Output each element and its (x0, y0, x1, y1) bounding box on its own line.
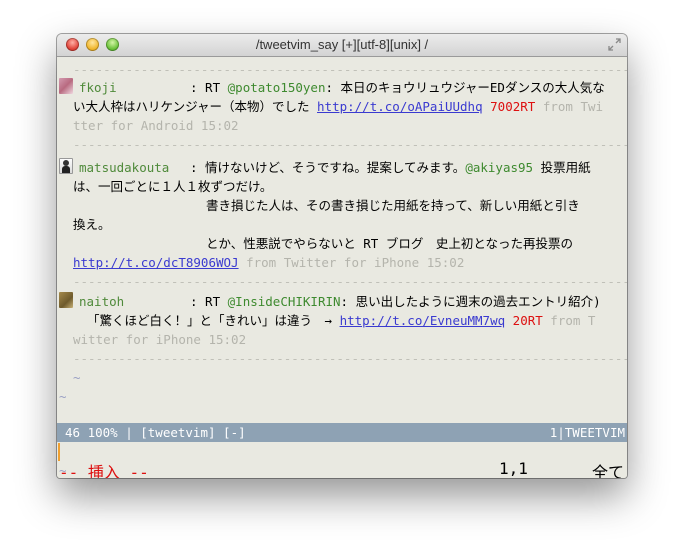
tweet-text: : RT (190, 294, 228, 309)
separator: ----------------------------------------… (73, 62, 627, 77)
rt-count: 7002RT (490, 99, 536, 114)
tweet-text: 書き損じた人は、その書き損じた用紙を持って、新しい用紙と引き (206, 198, 580, 213)
tweet-url[interactable]: http://t.co/EvneuMM7wq (340, 313, 506, 328)
avatar[interactable] (59, 292, 73, 308)
mention-link[interactable]: @InsideCHIKIRIN (228, 294, 341, 309)
tweet-meta: witter for iPhone 15:02 (73, 332, 247, 347)
title-bar[interactable]: /tweetvim_say [+][utf-8][unix] / (57, 34, 627, 57)
mention-link[interactable]: @potato150yen (228, 80, 326, 95)
window-title: /tweetvim_say [+][utf-8][unix] / (255, 37, 429, 52)
tweet-text: は、一回ごとに１人１枚ずつだけ。 (73, 179, 273, 194)
tweet-line: : RT @potato150yen: 本日のキョウリュウジャーEDダンスの大人… (190, 78, 605, 97)
tweet-meta: from Twi (535, 99, 604, 114)
tweet-line: : RT @InsideCHIKIRIN: 思い出したように週末の過去エントリ紹… (190, 292, 601, 311)
tweet-meta: from T (542, 313, 596, 328)
mention-link[interactable]: @akiyas95 (465, 160, 533, 175)
tweet-text: い大人枠はハリケンジャー（本物）でした (73, 99, 318, 114)
terminal-window: /tweetvim_say [+][utf-8][unix] / -------… (57, 34, 627, 478)
empty-line-marker: ~ (59, 389, 67, 404)
tweet-line: 「驚くほど白く！」と「きれい」は違う → http://t.co/EvneuMM… (87, 311, 595, 330)
tweet-text: : 思い出したように週末の過去エントリ紹介) (340, 294, 601, 309)
tweet-line: matsudakouta (79, 158, 169, 177)
cursor-position: 1,1 (499, 459, 528, 478)
separator: ----------------------------------------… (73, 137, 627, 152)
tweet-meta: tter for Android 15:02 (73, 118, 239, 133)
tweet-meta: from Twitter for iPhone 15:02 (238, 255, 465, 270)
avatar[interactable] (59, 158, 73, 174)
tweet-text: : 本日のキョウリュウジャーEDダンスの大人気な (325, 80, 605, 95)
user-name[interactable]: naitoh (79, 294, 124, 309)
mode-indicator: -- 挿入 -- (59, 463, 149, 478)
status-right: 1|TWEETVIM (549, 425, 625, 440)
status-left: 46 100% | [tweetvim] [-] (65, 425, 246, 440)
tweet-timeline[interactable]: ----------------------------------------… (57, 57, 627, 478)
tweet-line: い大人枠はハリケンジャー（本物）でした http://t.co/oAPaiUUd… (73, 97, 603, 116)
tweet-text: 投票用紙 (533, 160, 591, 175)
user-name[interactable]: matsudakouta (79, 160, 169, 175)
tweet-text: : RT (190, 80, 228, 95)
tweet-text: とか、性悪説でやらないと RT ブログ 史上初となった再投票の (206, 236, 573, 251)
separator: ----------------------------------------… (73, 274, 627, 289)
tweet-line: http://t.co/dcT8906WOJ from Twitter for … (73, 253, 464, 272)
tweet-line: fkoji (79, 78, 117, 97)
user-name[interactable]: fkoji (79, 80, 117, 95)
status-line: 46 100% | [tweetvim] [-] 1|TWEETVIM (57, 423, 627, 442)
fullscreen-icon[interactable] (608, 38, 621, 51)
rt-count: 20RT (512, 313, 543, 328)
tweet-line: naitoh (79, 292, 124, 311)
tweet-text: 換え。 (73, 217, 111, 232)
tweet-url[interactable]: http://t.co/dcT8906WOJ (73, 255, 239, 270)
empty-line-marker: ~ (73, 370, 81, 385)
tweet-text: 「驚くほど白く！」と「きれい」は違う → (87, 313, 340, 328)
separator: ----------------------------------------… (73, 351, 627, 366)
tweet-line: : 情けないけど、そうですね。提案してみます。@akiyas95 投票用紙 (190, 158, 591, 177)
tweet-url[interactable]: http://t.co/oAPaiUUdhq (317, 99, 483, 114)
scroll-indicator: 全て (592, 463, 625, 478)
tweet-text: : 情けないけど、そうですね。提案してみます。 (190, 160, 466, 175)
avatar[interactable] (59, 78, 73, 94)
